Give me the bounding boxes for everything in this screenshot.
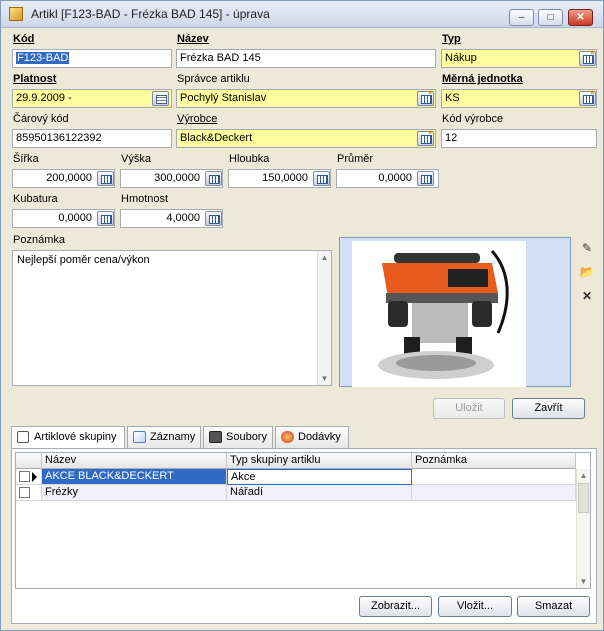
vyrobce-field[interactable]: Black&Deckert [176,129,436,148]
note-scrollbar[interactable]: ▲ ▼ [317,251,331,385]
delete-picture-icon[interactable]: ✕ [577,287,597,306]
deliveries-icon [281,431,294,443]
typ-label: Typ [442,33,461,45]
kod-vyrobce-label: Kód výrobce [442,113,504,125]
tab-dodavky[interactable]: Dodávky [275,426,349,448]
table-row[interactable]: Frézky Nářadí [16,485,576,501]
carovy-kod-field[interactable]: 85950136122392 [12,129,172,148]
poznamka-text: Nejlepší poměr cena/výkon [17,254,150,266]
nazev-label: Název [177,33,209,45]
grid-header-poznamka[interactable]: Poznámka [412,453,576,469]
hloubka-calculator-icon[interactable] [313,171,330,186]
merna-jednotka-label: Měrná jednotka [442,73,523,85]
prumer-calculator-icon[interactable] [417,171,434,186]
grid-header-typ[interactable]: Typ skupiny artiklu [227,453,412,469]
sirka-label: Šířka [13,153,39,165]
close-dialog-button[interactable]: Zavřít [512,398,585,419]
save-button[interactable]: Uložit [433,398,505,419]
kod-vyrobce-field[interactable]: 12 [441,129,597,148]
prumer-label: Průměr [337,153,374,165]
merna-jednotka-lookup-icon[interactable] [579,89,596,106]
row-select-cell [16,469,42,485]
article-box-icon [9,7,23,21]
row-nazev-cell[interactable]: AKCE BLACK&DECKERT [42,469,227,485]
vyrobce-lookup-icon[interactable] [417,129,434,146]
edit-picture-icon[interactable]: ✎ [577,239,597,258]
calendar-icon[interactable] [152,91,169,106]
typ-lookup-icon[interactable] [579,49,596,66]
groups-icon [17,431,29,443]
tab-panel: Název Typ skupiny artiklu Poznámka AKCE … [11,448,597,624]
tab-artiklove-skupiny[interactable]: Artiklové skupiny [11,426,125,449]
tab-label: Artiklové skupiny [34,431,117,443]
platnost-field[interactable]: 29.9.2009 - [12,89,172,108]
router-image [352,241,526,387]
kubatura-label: Kubatura [13,193,58,205]
maximize-button[interactable]: □ [538,9,563,26]
hmotnost-calculator-icon[interactable] [205,211,222,226]
hloubka-label: Hloubka [229,153,270,165]
hmotnost-label: Hmotnost [121,193,169,205]
close-button[interactable]: ✕ [568,9,593,26]
kubatura-calculator-icon[interactable] [97,211,114,226]
insert-button[interactable]: Vložit... [438,596,512,617]
nazev-field[interactable]: Frézka BAD 145 [176,49,436,68]
current-row-indicator-icon [32,472,37,482]
row-typ-cell[interactable]: Nářadí [227,485,412,501]
tab-label: Soubory [226,431,267,443]
files-icon [209,431,222,443]
grid-header-nazev[interactable]: Název [42,453,227,469]
minimize-button[interactable]: – [509,9,534,26]
tab-zaznamy[interactable]: Záznamy [127,426,201,448]
scroll-up-icon[interactable]: ▲ [318,251,331,264]
grid-header-select [16,453,42,469]
scroll-down-icon[interactable]: ▼ [318,372,331,385]
tab-label: Dodávky [298,431,341,443]
vyska-label: Výška [121,153,151,165]
scroll-thumb[interactable] [578,483,589,513]
tab-soubory[interactable]: Soubory [203,426,273,448]
row-typ-cell[interactable]: Akce [227,469,412,485]
spravce-field[interactable]: Pochylý Stanislav [176,89,436,108]
poznamka-textarea[interactable]: Nejlepší poměr cena/výkon ▲ ▼ [12,250,332,386]
platnost-label: Platnost [13,73,57,85]
row-nazev-cell[interactable]: Frézky [42,485,227,501]
typ-field[interactable]: Nákup [441,49,597,68]
carovy-kod-label: Čárový kód [13,113,69,125]
spravce-label: Správce artiklu [177,73,250,85]
scroll-down-icon[interactable]: ▼ [577,575,590,588]
poznamka-label: Poznámka [13,234,65,246]
row-checkbox[interactable] [19,487,30,498]
kod-field[interactable]: F123-BAD [12,49,172,68]
grid-scrollbar[interactable]: ▲ ▼ [576,469,590,588]
kod-value: F123-BAD [16,52,70,64]
groups-grid[interactable]: Název Typ skupiny artiklu Poznámka AKCE … [15,452,591,589]
scroll-up-icon[interactable]: ▲ [577,469,590,482]
tab-label: Záznamy [150,431,196,443]
delete-button[interactable]: Smazat [517,596,590,617]
article-picture[interactable] [339,237,571,387]
title-bar[interactable]: Artikl [F123-BAD - Frézka BAD 145] - úpr… [1,1,603,28]
row-checkbox[interactable] [19,471,30,482]
open-folder-icon[interactable]: 📂 [577,263,597,282]
vyska-calculator-icon[interactable] [205,171,222,186]
article-edit-window: Artikl [F123-BAD - Frézka BAD 145] - úpr… [0,0,604,631]
vyrobce-label: Výrobce [177,113,218,125]
sirka-calculator-icon[interactable] [97,171,114,186]
merna-jednotka-field[interactable]: KS [441,89,597,108]
view-button[interactable]: Zobrazit... [359,596,432,617]
row-select-cell [16,485,42,501]
row-poznamka-cell[interactable] [412,469,576,485]
spravce-lookup-icon[interactable] [417,89,434,106]
table-row[interactable]: AKCE BLACK&DECKERT Akce [16,469,576,485]
kod-label: Kód [13,33,35,45]
row-poznamka-cell[interactable] [412,485,576,501]
window-title: Artikl [F123-BAD - Frézka BAD 145] - úpr… [31,7,270,21]
records-icon [133,431,146,443]
